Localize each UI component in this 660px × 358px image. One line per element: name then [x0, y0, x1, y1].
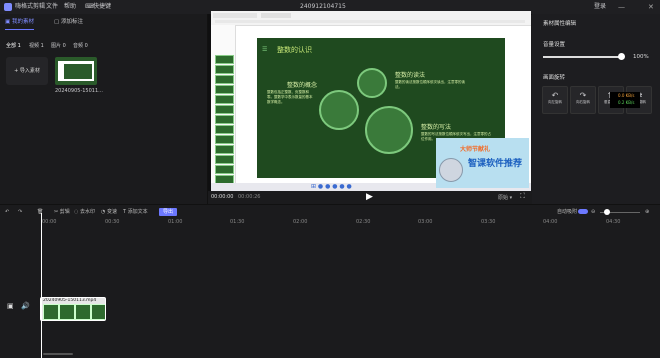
network-speed-widget: 0.0 KB/s 0.2 KB/s [610, 92, 640, 108]
player-controls: 00:00:00 00:00:26 ▶ 原始 ▾ ⛶ [208, 191, 531, 204]
tab-add-annotation[interactable]: ▢ 添加标注 [54, 16, 83, 29]
auto-snap-label: 自动吸附 [557, 209, 578, 215]
play-icon[interactable]: ▶ [366, 192, 373, 202]
filter-audio[interactable]: 音频 0 [73, 42, 88, 49]
folder-icon: ▣ [5, 19, 12, 25]
ruler-tick: 04:30 [606, 219, 621, 225]
slide-read-text: 整数的读法按数位顺序依次读出，注意零的读法。 [395, 80, 465, 89]
media-thumbnail[interactable] [55, 57, 97, 85]
volume-value: 100% [633, 54, 649, 60]
video-clip[interactable]: 20240905-150113.mp4 [40, 297, 106, 321]
timeline-toolbar: ↶ ↷ 🗑 ✂ 剪辑 ◌ 去水印 ◔ 变速 T 添加文本 导出 自动吸附 ⊖ ⊕ [0, 204, 660, 219]
current-time: 00:00:00 [211, 194, 234, 200]
menu-file[interactable]: 文件 [46, 0, 58, 14]
properties-panel: 素材属性编辑 音量设置 100% 画面旋转 ↶ 向左旋转 ↷ 向右旋转 ⇅ 垂直… [532, 14, 660, 204]
add-text-button[interactable]: T 添加文本 [123, 205, 148, 219]
ruler-tick: 03:00 [418, 219, 433, 225]
slide-bars-icon: ☰ [262, 46, 268, 53]
speed-button[interactable]: ◔ 变速 [101, 205, 117, 219]
ruler-tick: 03:30 [481, 219, 496, 225]
zoom-slider-handle[interactable] [604, 209, 610, 215]
track-video-icon[interactable]: ▣ [7, 302, 14, 310]
slide-circle-concept [319, 90, 359, 130]
media-name: 20240905-15011... [55, 88, 103, 94]
ppt-slide-thumbnails [211, 25, 236, 184]
volume-slider[interactable] [543, 53, 625, 60]
cd-icon [439, 158, 463, 182]
ruler-tick: 04:00 [543, 219, 558, 225]
slide-concept-title: 整数的概念 [287, 82, 318, 89]
clip-name: 20240905-150113.mp4 [43, 298, 97, 303]
zoom-out-icon[interactable]: ⊖ [591, 205, 595, 219]
slide-circle-reading [357, 68, 387, 98]
ad-banner: 大师节献礼 智课软件推荐 [436, 138, 529, 188]
rotate-right-icon: ↷ [579, 91, 587, 100]
ppt-toolbar [211, 11, 531, 26]
timeline-tracks: ▣ 🔊 [0, 228, 660, 358]
properties-title: 素材属性编辑 [543, 21, 577, 27]
ruler-tick: 02:30 [356, 219, 371, 225]
slide-write-title: 整数的写法 [421, 124, 452, 131]
media-panel: ▣ 我的素材 ▢ 添加标注 全部 1 视频 1 图片 0 音频 0 [0, 14, 208, 204]
export-button[interactable]: 导出 [159, 208, 178, 216]
net-down: 0.2 KB/s [618, 100, 635, 105]
fullscreen-icon[interactable]: ⛶ [520, 192, 525, 201]
track-volume-icon[interactable]: 🔊 [21, 302, 30, 310]
remove-watermark-button[interactable]: ◌ 去水印 [74, 205, 95, 219]
ruler-tick: 02:00 [293, 219, 308, 225]
ratio-select[interactable]: 原始 ▾ [498, 194, 512, 201]
ruler-tick: 00:00 [42, 219, 57, 225]
total-time: 00:00:26 [238, 194, 261, 200]
zoom-in-icon[interactable]: ⊕ [645, 205, 649, 219]
ad-top-text: 大师节献礼 [460, 146, 491, 153]
rotate-left-button[interactable]: ↶ 向左旋转 [542, 86, 568, 114]
redo-icon[interactable]: ↷ [18, 205, 22, 219]
net-up: 0.0 KB/s [618, 93, 635, 98]
shortcut-button[interactable]: 快捷键 [93, 0, 111, 14]
timeline-ruler: 00:00 00:30 01:00 01:30 02:00 02:30 03:0… [0, 218, 660, 228]
timeline-scrollbar[interactable] [43, 353, 73, 355]
login-button[interactable]: 登录 [594, 0, 606, 14]
preview-video-frame: ☰ 整数的认识 整数的概念 整数包括正整数、负整数和零。整数学中表示数量的基本数… [211, 11, 531, 191]
rotate-left-icon: ↶ [551, 91, 559, 100]
rotate-label: 画面旋转 [543, 75, 566, 81]
close-icon[interactable]: ✕ [648, 0, 654, 14]
menu-help[interactable]: 帮助 [64, 0, 76, 14]
undo-icon[interactable]: ↶ [5, 205, 9, 219]
tab-my-media[interactable]: ▣ 我的素材 [5, 16, 34, 30]
ruler-tick: 01:30 [230, 219, 245, 225]
playhead[interactable] [41, 213, 42, 358]
rotate-right-button[interactable]: ↷ 向右旋转 [570, 86, 596, 114]
volume-label: 音量设置 [543, 42, 566, 48]
app-logo-icon [4, 3, 12, 11]
zoom-slider[interactable] [600, 209, 640, 215]
filter-video[interactable]: 视频 1 [29, 42, 44, 49]
minimize-icon[interactable]: — [618, 0, 625, 14]
slide-title: 整数的认识 [277, 46, 312, 54]
slide-circle-writing [365, 106, 413, 154]
slide-concept-text: 整数包括正整数、负整数和零。整数学中表示数量的基本数学概念。 [267, 90, 313, 104]
ruler-tick: 01:00 [168, 219, 183, 225]
filter-image[interactable]: 图片 0 [51, 42, 66, 49]
thumbnail-slide [58, 61, 94, 81]
taskbar-icons: ⊞ ● ● ● ● ● [311, 183, 352, 190]
filter-all[interactable]: 全部 1 [6, 42, 21, 49]
import-media-button[interactable]: + 导入素材 [6, 57, 48, 85]
app-name: 嗨格式剪辑 [15, 3, 46, 10]
slide-read-title: 整数的读法 [395, 72, 426, 79]
ruler-tick: 00:30 [105, 219, 120, 225]
ad-main-text: 智课软件推荐 [468, 159, 523, 169]
annotation-icon: ▢ [54, 19, 61, 25]
auto-snap-toggle[interactable] [578, 209, 588, 214]
volume-slider-handle[interactable] [618, 53, 625, 60]
cut-button[interactable]: ✂ 剪辑 [54, 205, 70, 219]
